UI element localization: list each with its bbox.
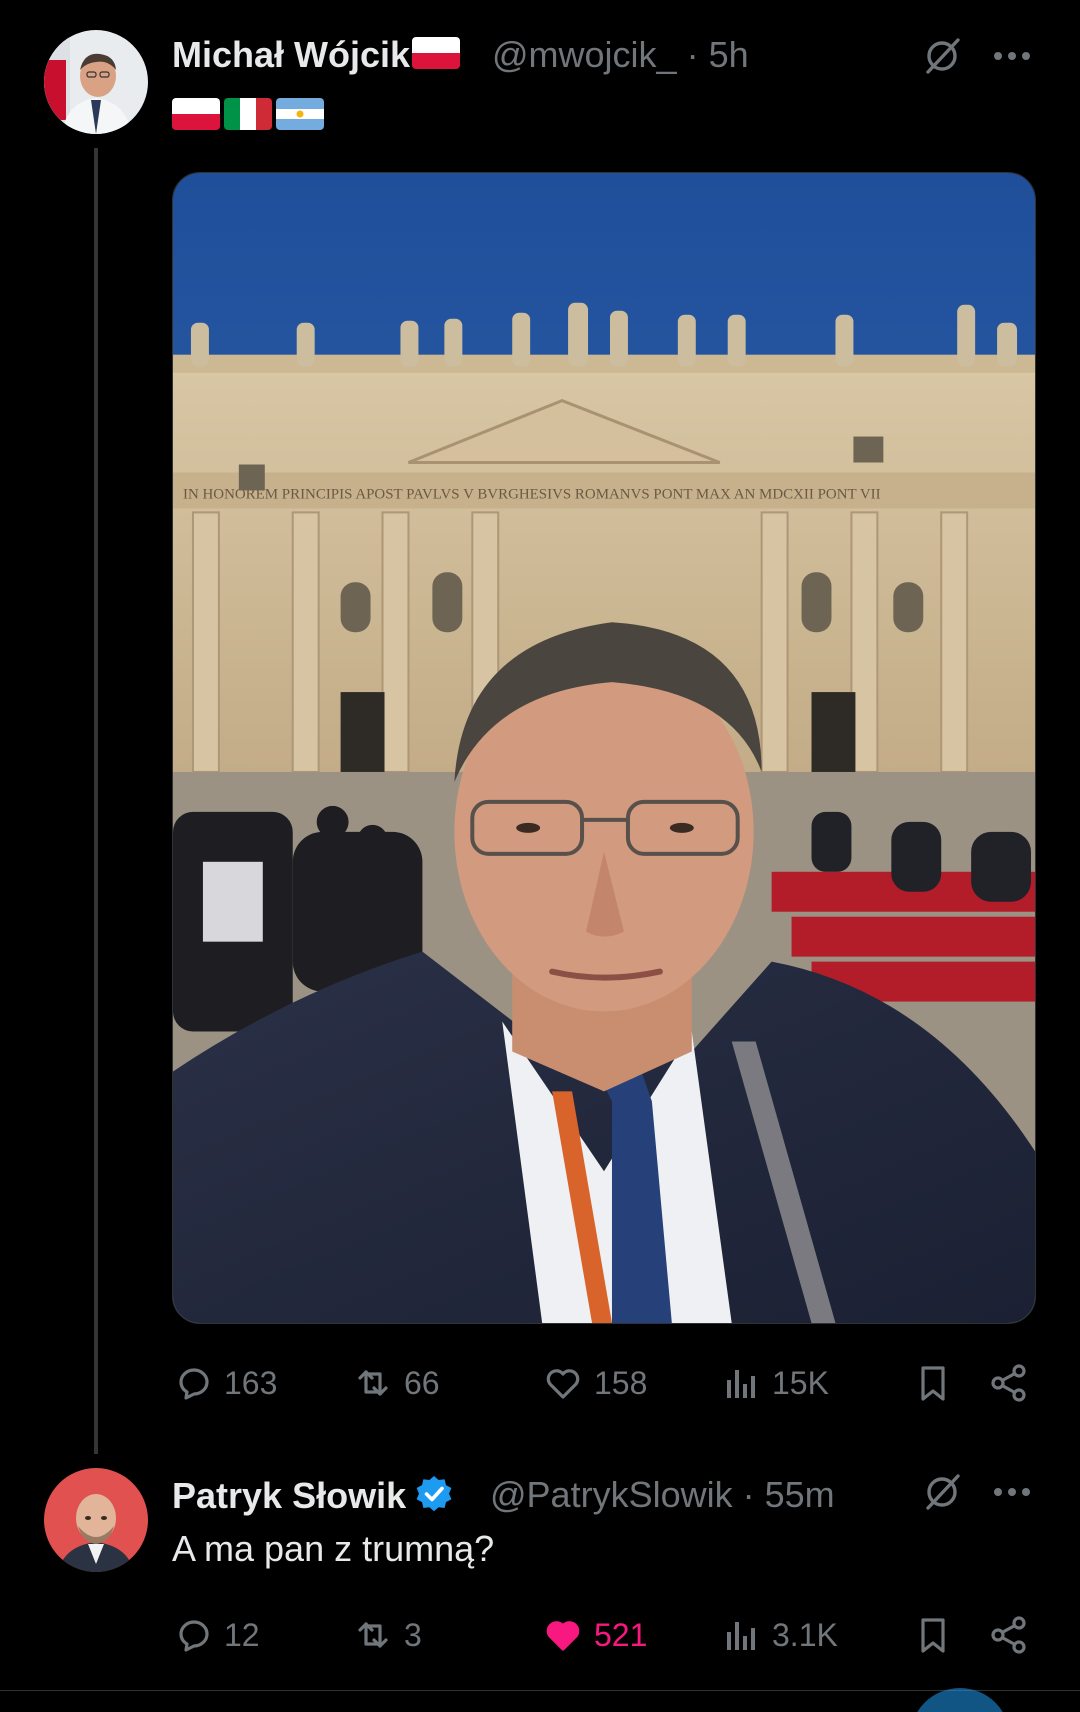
- views-count: 3.1K: [772, 1616, 838, 1653]
- reply-author-name-text[interactable]: Patryk Słowik: [172, 1475, 406, 1516]
- bookmark-icon: [921, 1618, 945, 1653]
- like-button[interactable]: 158: [542, 1358, 647, 1408]
- tweet-photo[interactable]: IN HONOREM PRINCIPIS APOST PAVLVS V BVRG…: [172, 172, 1036, 1324]
- italy-flag-icon: [224, 98, 272, 130]
- reply-action-bar: 12 3 521 3.1K: [172, 1610, 1036, 1660]
- reply-author-handle[interactable]: @PatrykSlowik: [490, 1474, 733, 1515]
- poland-flag-icon: [412, 37, 461, 69]
- views-icon: [727, 1370, 755, 1398]
- views-button[interactable]: 15K: [720, 1358, 829, 1408]
- reply-meta-separator: ·: [742, 1474, 755, 1515]
- like-count: 521: [594, 1616, 648, 1653]
- reply-author-name[interactable]: Patryk Słowik: [172, 1474, 454, 1517]
- views-button[interactable]: 3.1K: [720, 1610, 838, 1660]
- bookmark-icon: [921, 1366, 945, 1401]
- more-icon[interactable]: [990, 34, 1034, 78]
- repost-count: 3: [404, 1616, 422, 1653]
- tweet-timestamp[interactable]: 5h: [709, 34, 749, 75]
- verified-badge-icon: [414, 1474, 454, 1514]
- grok-icon[interactable]: [920, 1470, 964, 1514]
- bookmark-button[interactable]: [912, 1358, 954, 1408]
- avatar-patryk[interactable]: [44, 1468, 148, 1572]
- reply-count: 12: [224, 1616, 260, 1653]
- compose-button[interactable]: [910, 1688, 1010, 1712]
- reply-icon: [179, 1368, 209, 1400]
- avatar-michal[interactable]: [44, 30, 148, 134]
- thread-connector-line: [94, 148, 98, 1454]
- meta-separator: ·: [686, 34, 699, 75]
- repost-icon: [358, 1622, 388, 1648]
- author-name[interactable]: Michał Wójcik: [172, 34, 461, 76]
- share-button[interactable]: [988, 1358, 1030, 1408]
- repost-count: 66: [404, 1364, 440, 1401]
- bookmark-button[interactable]: [912, 1610, 954, 1660]
- author-meta: @mwojcik_ · 5h: [492, 34, 749, 76]
- like-icon: [546, 1369, 580, 1399]
- reply-timestamp[interactable]: 55m: [765, 1474, 835, 1515]
- profile-flags: [172, 98, 324, 130]
- author-name-text[interactable]: Michał Wójcik: [172, 34, 410, 75]
- tweet-action-bar: 163 66 158 15K: [172, 1358, 1036, 1408]
- repost-button[interactable]: 66: [352, 1358, 440, 1408]
- views-count: 15K: [772, 1364, 829, 1401]
- reply-icon: [179, 1620, 209, 1652]
- reply-body-text: A ma pan z trumną?: [172, 1528, 495, 1569]
- feed-divider: [0, 1690, 1080, 1691]
- reply-author-meta: @PatrykSlowik · 55m: [490, 1474, 835, 1516]
- reply-button[interactable]: 163: [172, 1358, 277, 1408]
- views-icon: [727, 1622, 755, 1650]
- author-handle[interactable]: @mwojcik_: [492, 34, 677, 75]
- like-button[interactable]: 521: [542, 1610, 647, 1660]
- repost-button[interactable]: 3: [352, 1610, 422, 1660]
- grok-icon[interactable]: [920, 34, 964, 78]
- repost-icon: [358, 1370, 388, 1396]
- like-count: 158: [594, 1364, 648, 1401]
- argentina-flag-icon: [276, 98, 324, 130]
- share-icon: [991, 1616, 1026, 1654]
- poland-flag-icon: [172, 98, 220, 130]
- more-icon[interactable]: [990, 1470, 1034, 1514]
- reply-count: 163: [224, 1364, 278, 1401]
- like-icon: [546, 1621, 580, 1651]
- reply-button[interactable]: 12: [172, 1610, 260, 1660]
- share-icon: [991, 1364, 1026, 1402]
- facade-inscription: IN HONOREM PRINCIPIS APOST PAVLVS V BVRG…: [183, 486, 881, 502]
- share-button[interactable]: [988, 1610, 1030, 1660]
